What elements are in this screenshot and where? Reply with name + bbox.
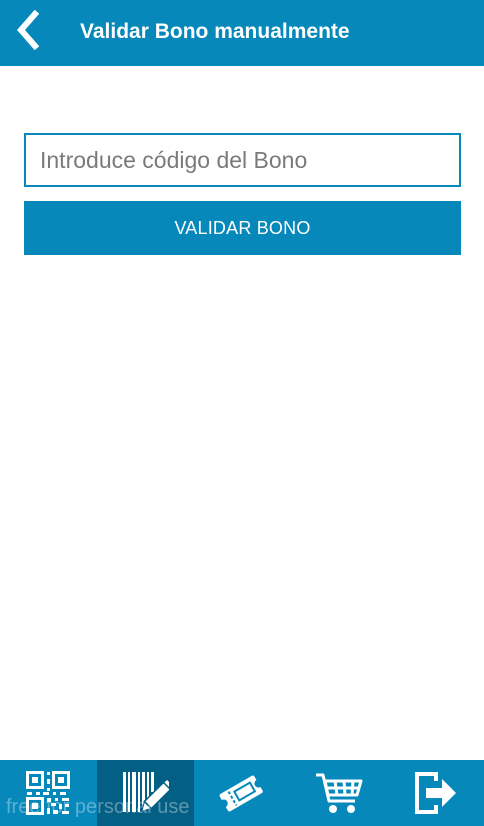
back-button[interactable] — [8, 8, 48, 52]
bono-code-input[interactable] — [24, 133, 461, 187]
logout-icon — [414, 772, 456, 814]
nav-item-manual-validate[interactable] — [96, 760, 194, 826]
barcode-edit-icon — [123, 772, 170, 813]
shopping-cart-icon — [315, 773, 363, 813]
chevron-left-icon — [17, 10, 40, 50]
app-bar: Validar Bono manualmente — [0, 0, 484, 66]
nav-item-logout[interactable] — [387, 760, 484, 826]
tickets-icon — [219, 775, 263, 812]
validate-bono-button[interactable]: VALIDAR BONO — [24, 201, 461, 255]
page-title: Validar Bono manualmente — [80, 20, 350, 43]
nav-item-cart[interactable] — [290, 760, 387, 826]
qr-code-icon — [26, 771, 71, 815]
bottom-nav — [0, 760, 484, 826]
nav-item-qr-scan[interactable] — [0, 760, 97, 826]
nav-item-tickets[interactable] — [194, 760, 291, 826]
